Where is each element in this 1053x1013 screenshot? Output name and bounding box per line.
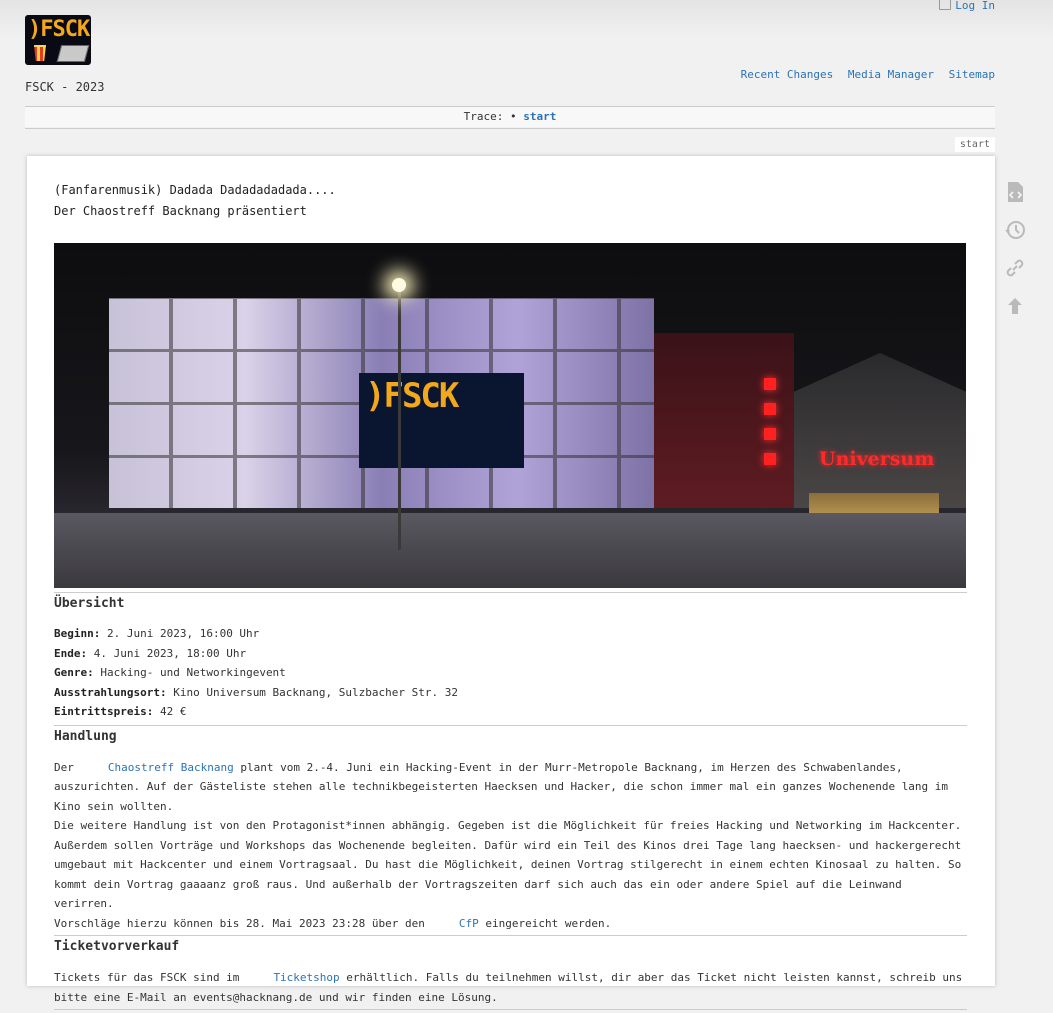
login-icon [939,0,952,10]
breadcrumb: Trace: • start [25,107,995,127]
hero-image: )FSCK Universum [54,243,966,588]
heading-ticket: Ticketvorverkauf [54,939,180,954]
heading-handlung: Handlung [54,728,117,744]
trace-label: Trace: [463,110,504,123]
overview-key: Ausstrahlungsort: [54,685,167,699]
overview-key: Genre: [54,666,94,679]
overview-value: 42 € [159,705,187,718]
screen-logo-text: )FSCK [365,376,459,416]
show-source-icon[interactable] [1003,180,1027,204]
red-light [764,378,776,390]
trace-start-link[interactable]: start [523,110,556,123]
red-wall [654,333,794,508]
section-handlung: Handlung Der Chaostreff Backnang plant vo… [54,724,967,934]
section-overview: Übersicht Beginn: 2. Juni 2023, 16:00 Uh… [54,592,967,722]
red-light [764,453,776,465]
overview-item: Genre: Hacking- und Networkingevent [54,663,967,683]
ticket-text: Tickets für das FSCK sind im [54,971,240,984]
overview-key: Beginn: [54,627,101,640]
overview-key: Ende: [54,646,88,660]
login-label: Log In [955,0,995,12]
login-link[interactable]: Log In [939,0,995,12]
universum-sign: Universum [819,448,935,470]
page-tools [1003,180,1029,332]
overview-key: Eintrittspreis: [54,705,154,718]
handlung-paragraph-3: Vorschläge hierzu können bis 28. Mai 202… [54,914,967,934]
page-id-tab: start [954,137,995,152]
ticketshop-link[interactable]: Ticketshop [273,971,339,984]
overview-value: Kino Universum Backnang, Sulzbacher Str.… [173,685,458,699]
overview-item: Beginn: 2. Juni 2023, 16:00 Uhr [54,624,967,644]
intro-line-1: (Fanfarenmusik) Dadada Dadadadadada.... [54,183,336,197]
page-content: (Fanfarenmusik) Dadada Dadadadadada.... … [27,156,995,1010]
overview-item: Eintrittspreis: 42 € [54,702,967,722]
handlung-text: eingereicht werden. [485,916,612,930]
handlung-text: Vorschläge hierzu können bis 28. Mai 202… [54,916,425,930]
intro: (Fanfarenmusik) Dadada Dadadadadada.... … [54,180,967,222]
heading-overview: Übersicht [54,596,125,611]
site-title[interactable]: FSCK - 2023 [25,80,104,94]
cfp-link[interactable]: CfP [459,917,479,930]
street-lamp [392,278,406,292]
trace-bullet: • [510,110,517,123]
back-to-top-icon[interactable] [1003,294,1027,318]
red-light [764,403,776,415]
handlung-text: Der [54,760,74,774]
divider [54,1009,967,1013]
handlung-paragraph-1: Der Chaostreff Backnang plant vom 2.-4. J… [54,758,967,817]
logo-text: )FSCK [28,17,90,42]
divider [25,128,995,129]
recent-changes-link[interactable]: Recent Changes [741,68,834,81]
section-ticket: Ticketvorverkauf Tickets für das FSCK si… [54,935,967,1007]
overview-item: Ausstrahlungsort: Kino Universum Backnan… [54,683,967,703]
intro-line-2: Der Chaostreff Backnang präsentiert [54,204,307,218]
laptop-icon [56,45,90,62]
backlinks-icon[interactable] [1003,256,1027,280]
chaostreff-link[interactable]: Chaostreff Backnang [108,761,234,774]
road [54,513,966,588]
top-shade [0,0,1053,40]
overview-list: Beginn: 2. Juni 2023, 16:00 Uhr Ende: 4.… [54,624,967,722]
sitemap-link[interactable]: Sitemap [949,68,995,81]
red-light [764,428,776,440]
handlung-paragraph-2: Die weitere Handlung ist von den Protago… [54,819,962,910]
site-tools: Recent Changes Media Manager Sitemap [733,68,995,81]
media-manager-link[interactable]: Media Manager [848,68,934,81]
overview-value: 2. Juni 2023, 16:00 Uhr [106,627,260,640]
overview-value: Hacking- und Networkingevent [100,666,286,679]
old-revisions-icon[interactable] [1003,218,1027,242]
lamp-pole [398,288,401,550]
screen-logo: )FSCK [359,373,524,468]
ticket-paragraph: Tickets für das FSCK sind im Ticketshop e… [54,968,967,1007]
cinema-building [794,353,966,508]
overview-item: Ende: 4. Juni 2023, 18:00 Uhr [54,644,967,664]
overview-value: 4. Juni 2023, 18:00 Uhr [93,646,247,660]
site-logo[interactable]: )FSCK [25,15,91,65]
popcorn-icon [34,45,46,61]
